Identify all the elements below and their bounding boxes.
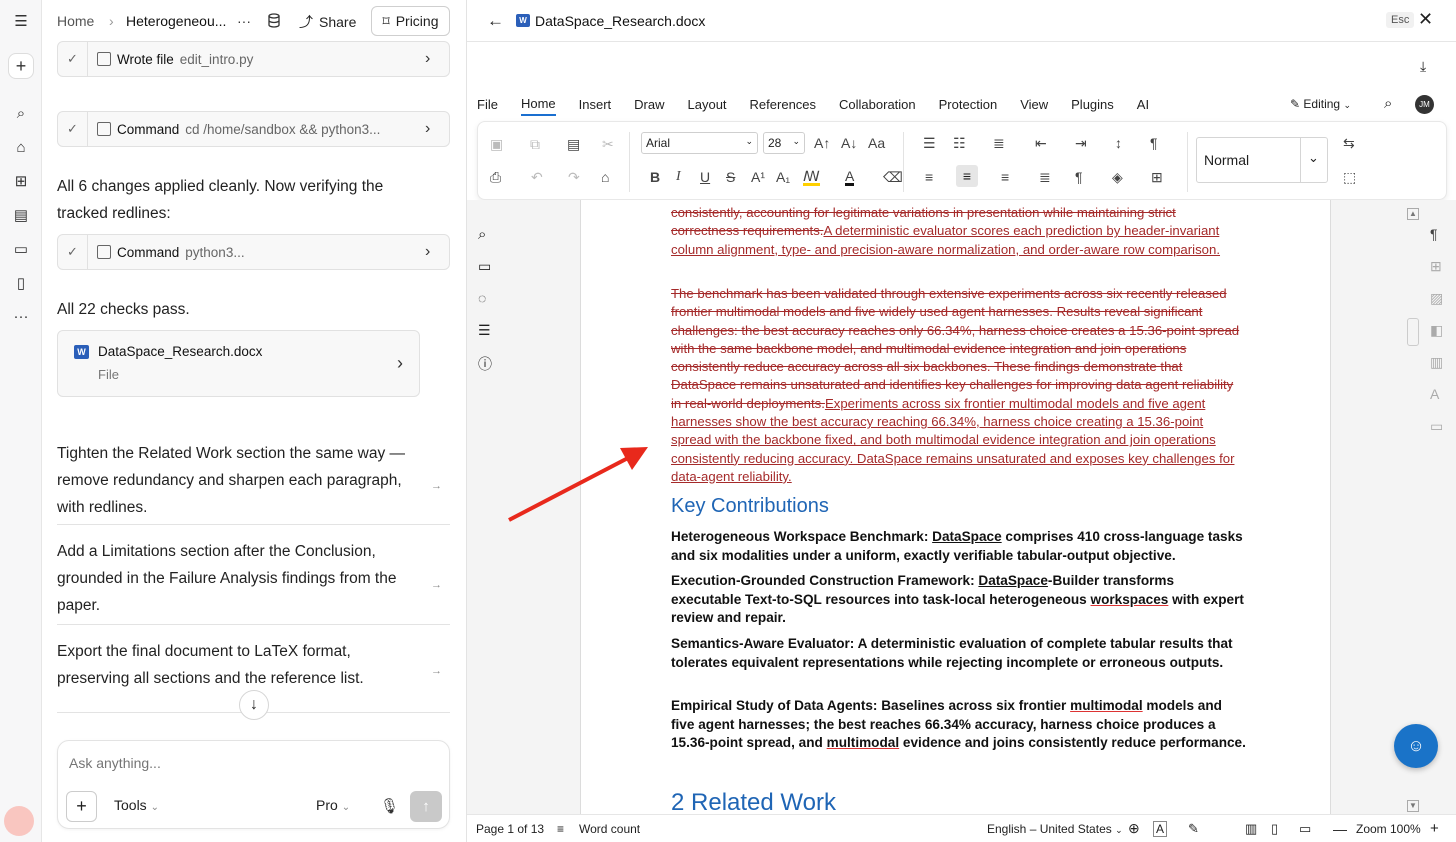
arrow-shaft [508, 456, 629, 522]
annotation-arrow [508, 447, 648, 522]
